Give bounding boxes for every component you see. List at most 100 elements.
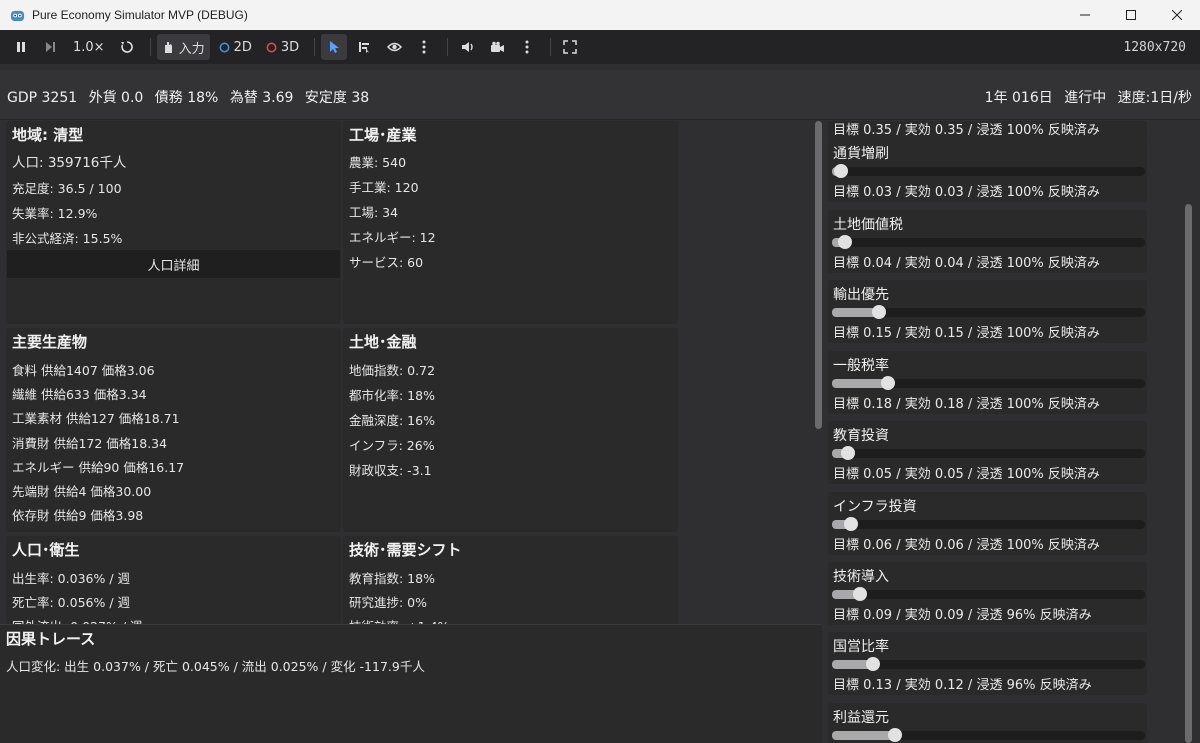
policy-slider-knob[interactable] [866, 657, 880, 671]
land-finance-row: 都市化率: 18% [349, 388, 435, 403]
satisfaction-value: 充足度: 36.5 / 100 [12, 181, 122, 196]
policy-slider-fill [832, 731, 895, 740]
view-2d-button[interactable]: 2D [214, 34, 257, 60]
speaker-icon[interactable] [454, 34, 480, 60]
policy-card: 一般税率 目標 0.18 / 実効 0.18 / 浸透 100% 反映済み [828, 351, 1147, 414]
land-finance-panel: 土地･金融 地価指数: 0.72 都市化率: 18% 金融深度: 16% インフ… [343, 328, 678, 532]
policy-name: 教育投資 [833, 428, 889, 444]
time-stats: 1年 016日 進行中 速度:1日/秒 [985, 87, 1192, 107]
policy-card: インフラ投資 目標 0.06 / 実効 0.06 / 浸透 100% 反映済み [828, 492, 1147, 555]
close-icon[interactable] [1154, 0, 1200, 30]
exchange-stat: 為替 3.69 [229, 90, 294, 106]
toolbar-separator [314, 38, 316, 56]
population-health-panel: 人口･衛生 出生率: 0.036% / 週 死亡率: 0.056% / 週 国外… [6, 536, 341, 624]
policy-name: 技術導入 [833, 569, 889, 585]
industry-panel: 工場･産業 農業: 540 手工業: 120 工場: 34 エネルギー: 12 … [343, 121, 678, 324]
policy-scrollbar[interactable] [1185, 121, 1192, 743]
policy-slider[interactable] [832, 587, 1145, 601]
causal-trace-title: 因果トレース [6, 630, 96, 648]
economy-stats: GDP 3251 外貨 0.0 債務 18% 為替 3.69 安定度 38 [7, 87, 376, 107]
reset-speed-icon[interactable] [114, 34, 140, 60]
unemployment-value: 失業率: 12.9% [12, 206, 98, 221]
policy-name: インフラ投資 [833, 499, 917, 515]
more-options-icon[interactable] [514, 34, 540, 60]
industry-row: エネルギー: 12 [349, 230, 436, 245]
policy-slider[interactable] [832, 517, 1145, 531]
policy-name: 利益還元 [833, 710, 889, 726]
policy-card: 技術導入 目標 0.09 / 実効 0.09 / 浸透 96% 反映済み [828, 562, 1147, 625]
policy-slider[interactable] [832, 446, 1145, 460]
population-health-title: 人口･衛生 [12, 541, 80, 559]
policy-info: 目標 0.03 / 実効 0.03 / 浸透 100% 反映済み [833, 185, 1100, 200]
policy-name: 一般税率 [833, 358, 889, 374]
view-3d-button[interactable]: 3D [261, 34, 304, 60]
tech-demand-title: 技術･需要シフト [349, 541, 462, 559]
policy-name: 輸出優先 [833, 287, 889, 303]
policy-slider[interactable] [832, 164, 1145, 178]
panels-scrollbar[interactable] [815, 121, 822, 613]
policy-slider-knob[interactable] [841, 446, 855, 460]
products-title: 主要生産物 [12, 333, 88, 351]
policy-slider-knob[interactable] [844, 517, 858, 531]
policy-info: 目標 0.05 / 実効 0.05 / 浸透 100% 反映済み [833, 467, 1100, 482]
policy-name: 通貨増刷 [833, 146, 889, 162]
policy-slider[interactable] [832, 235, 1145, 249]
industry-title: 工場･産業 [349, 126, 417, 144]
causal-trace-panel: 因果トレース 人口変化: 出生 0.037% / 死亡 0.045% / 流出 … [0, 624, 822, 743]
policy-slider-knob[interactable] [853, 587, 867, 601]
panels-scrollbar-thumb[interactable] [815, 121, 822, 429]
policy-scrollbar-thumb[interactable] [1185, 204, 1192, 743]
more-options-icon[interactable] [411, 34, 437, 60]
gdp-stat: GDP 3251 [7, 90, 78, 106]
industry-row: 手工業: 120 [349, 180, 419, 195]
population-detail-button[interactable]: 人口詳細 [7, 250, 340, 278]
policy-slider[interactable] [832, 728, 1145, 742]
policy-slider[interactable] [832, 657, 1145, 671]
policy-name: 国営比率 [833, 639, 889, 655]
population-row: 国外流出: 0.027% / 週 [12, 616, 143, 624]
view-2d-label: 2D [233, 39, 252, 55]
policy-card: 目標 0.35 / 実効 0.35 / 浸透 100% 反映済み [828, 121, 1147, 140]
view-3d-label: 3D [280, 39, 300, 55]
forex-stat: 外貨 0.0 [88, 90, 144, 106]
run-state: 進行中 [1064, 90, 1107, 106]
date-stat: 1年 016日 [984, 90, 1053, 106]
pause-icon[interactable] [8, 34, 34, 60]
land-finance-row: 金融深度: 16% [349, 413, 435, 428]
game-viewport: GDP 3251 外貨 0.0 債務 18% 為替 3.69 安定度 38 1年… [0, 64, 1200, 743]
circle-icon [266, 42, 277, 52]
policy-slider[interactable] [832, 305, 1145, 319]
maximize-icon[interactable] [1108, 0, 1154, 30]
product-row: 食料 供給1407 価格3.06 [12, 363, 155, 378]
hand-icon [164, 42, 172, 53]
visibility-eye-icon[interactable] [381, 34, 407, 60]
input-mode-button[interactable]: 入力 [156, 34, 210, 60]
tech-demand-panel: 技術･需要シフト 教育指数: 18% 研究進捗: 0% 技術効率: +1.4% [343, 536, 678, 624]
policy-slider-knob[interactable] [888, 728, 902, 742]
region-panel: 地域: 清型 人口: 359716千人 充足度: 36.5 / 100 失業率:… [6, 121, 341, 324]
viewport-resolution: 1280x720 [1123, 39, 1186, 55]
industry-row: 農業: 540 [349, 155, 407, 170]
list-select-icon[interactable] [351, 34, 377, 60]
minimize-icon[interactable] [1062, 0, 1108, 30]
policy-list: 目標 0.35 / 実効 0.35 / 浸透 100% 反映済み 通貨増刷 目標… [828, 121, 1148, 743]
policy-slider-knob[interactable] [834, 164, 848, 178]
policy-card: 通貨増刷 目標 0.03 / 実効 0.03 / 浸透 100% 反映済み [828, 139, 1147, 202]
circle-icon [219, 42, 230, 52]
policy-card: 土地価値税 目標 0.04 / 実効 0.04 / 浸透 100% 反映済み [828, 210, 1147, 273]
policy-slider-knob[interactable] [881, 376, 895, 390]
fullscreen-icon[interactable] [557, 34, 583, 60]
select-mode-icon[interactable] [321, 34, 348, 60]
speed-stat: 速度:1日/秒 [1117, 90, 1192, 106]
window-title: Pure Economy Simulator MVP (DEBUG) [32, 8, 248, 22]
population-row: 死亡率: 0.056% / 週 [12, 595, 131, 610]
policy-slider-knob[interactable] [872, 305, 886, 319]
step-frame-icon[interactable] [38, 34, 64, 60]
time-scale-button[interactable]: 1.0× [68, 34, 110, 60]
policy-slider[interactable] [832, 376, 1145, 390]
input-mode-label: 入力 [178, 41, 205, 57]
policy-card: 国営比率 目標 0.13 / 実効 0.12 / 浸透 96% 反映済み [828, 632, 1147, 695]
policy-slider-knob[interactable] [838, 235, 852, 249]
debt-stat: 債務 18% [154, 90, 219, 106]
camera-icon[interactable] [484, 34, 510, 60]
